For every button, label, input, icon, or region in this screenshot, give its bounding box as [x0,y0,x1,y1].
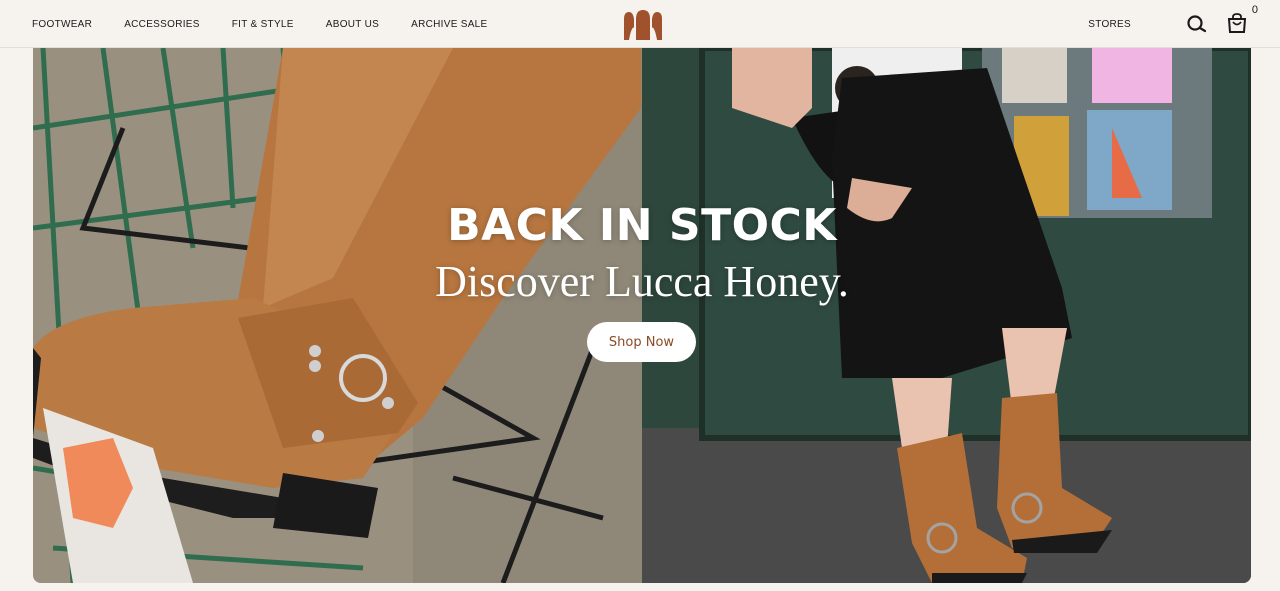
shopping-bag-icon [1227,13,1247,33]
site-header: FOOTWEAR ACCESSORIES FIT & STYLE ABOUT U… [0,0,1280,48]
cart-count-badge: 0 [1251,4,1258,16]
nav-archive-sale[interactable]: ARCHIVE SALE [411,19,487,30]
cart-button[interactable]: 0 [1226,4,1258,36]
shop-now-button[interactable]: Shop Now [587,322,696,362]
nav-fit-style[interactable]: FIT & STYLE [232,19,294,30]
hero-title: Discover Lucca Honey. [435,257,849,306]
nav-footwear[interactable]: FOOTWEAR [32,19,92,30]
search-icon[interactable] [1186,13,1208,35]
hero-banner[interactable]: BACK IN STOCK Discover Lucca Honey. Shop… [33,48,1251,583]
brand-logo[interactable] [622,9,664,41]
hero-text-overlay: BACK IN STOCK Discover Lucca Honey. Shop… [33,48,1251,583]
main-nav: FOOTWEAR ACCESSORIES FIT & STYLE ABOUT U… [32,0,520,48]
nav-about-us[interactable]: ABOUT US [326,19,379,30]
header-utilities: STORES 0 [1088,0,1258,48]
hero-kicker: BACK IN STOCK [447,200,837,251]
stores-link[interactable]: STORES [1088,19,1131,30]
nav-accessories[interactable]: ACCESSORIES [124,19,200,30]
